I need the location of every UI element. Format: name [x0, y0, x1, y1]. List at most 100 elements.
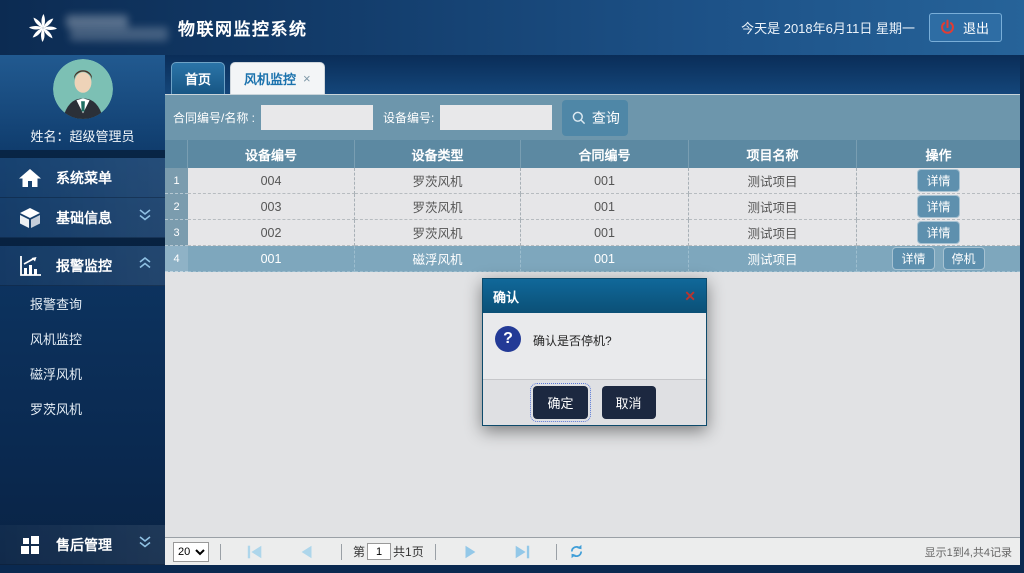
pagination-bar: 20 第 共1页 [165, 537, 1020, 565]
last-page-button[interactable] [499, 543, 545, 561]
row-number: 1 [165, 168, 188, 194]
cell-contract-no: 001 [521, 194, 689, 220]
cell-device-no: 002 [188, 220, 355, 246]
cell-actions: 详情 [857, 168, 1020, 194]
column-header: 项目名称 [689, 140, 857, 168]
refresh-icon[interactable] [568, 543, 585, 560]
detail-button[interactable]: 详情 [892, 247, 934, 270]
row-number-header [165, 140, 188, 168]
question-icon: ? [495, 326, 521, 352]
cell-device-no: 003 [188, 194, 355, 220]
sidebar-item-label: 基础信息 [56, 208, 112, 228]
chevron-double-up-icon [137, 255, 153, 276]
alarm-submenu: 报警查询 风机监控 磁浮风机 罗茨风机 [0, 286, 165, 426]
tab-label: 首页 [185, 69, 211, 88]
search-icon [571, 110, 587, 126]
table-header: 设备编号 设备类型 合同编号 项目名称 操作 [165, 140, 1020, 168]
table-row[interactable]: 3 002 罗茨风机 001 测试项目 详情 [165, 220, 1020, 246]
user-profile: 姓名：超级管理员 [0, 55, 165, 150]
power-icon [939, 19, 956, 36]
avatar [53, 59, 113, 119]
search-button[interactable]: 查询 [562, 100, 628, 136]
column-header: 设备类型 [355, 140, 521, 168]
tab-close-icon[interactable]: × [303, 71, 311, 86]
home-icon [18, 166, 42, 190]
cell-actions: 详情 [857, 194, 1020, 220]
window-right-edge [1020, 55, 1024, 565]
first-page-button[interactable] [232, 543, 278, 561]
cell-device-type: 罗茨风机 [355, 220, 521, 246]
window-bottom-edge [0, 565, 1024, 573]
cell-contract-no: 001 [521, 246, 689, 272]
logout-label: 退出 [963, 18, 989, 37]
chart-icon [18, 254, 42, 278]
dialog-message: 确认是否停机? [533, 326, 612, 349]
page-suffix-label: 共1页 [393, 543, 424, 560]
detail-button[interactable]: 详情 [917, 169, 959, 192]
logo-area [0, 11, 178, 45]
contract-field-label: 合同编号/名称 : [173, 109, 255, 126]
cell-device-no: 004 [188, 168, 355, 194]
sidebar-item-after-sales[interactable]: 售后管理 [0, 525, 165, 565]
dialog-close-icon[interactable]: ✕ [684, 288, 696, 305]
tab-home[interactable]: 首页 [171, 62, 225, 94]
confirm-dialog: 确认 ✕ ? 确认是否停机? 确定 取消 [482, 278, 707, 426]
sidebar-item-basic-info[interactable]: 基础信息 [0, 198, 165, 238]
sidebar-item-system-menu[interactable]: 系统菜单 [0, 158, 165, 198]
sidebar-item-alarm-monitor[interactable]: 报警监控 [0, 246, 165, 286]
sidebar-item-fan-monitor[interactable]: 风机监控 [0, 321, 165, 356]
cell-device-no: 001 [188, 246, 355, 272]
stop-machine-button[interactable]: 停机 [943, 247, 985, 270]
row-number: 3 [165, 220, 188, 246]
sidebar-item-label: 售后管理 [56, 535, 112, 555]
table-row[interactable]: 1 004 罗茨风机 001 测试项目 详情 [165, 168, 1020, 194]
sidebar-item-label: 系统菜单 [56, 168, 112, 188]
sidebar-item-alarm-query[interactable]: 报警查询 [0, 286, 165, 321]
page-size-select[interactable]: 20 [173, 542, 209, 562]
cell-project: 测试项目 [689, 168, 857, 194]
dialog-body: ? 确认是否停机? [483, 313, 706, 379]
sidebar-item-maglev-fan[interactable]: 磁浮风机 [0, 356, 165, 391]
cell-contract-no: 001 [521, 168, 689, 194]
column-header: 合同编号 [521, 140, 689, 168]
page-number-input[interactable] [367, 543, 391, 560]
logout-button[interactable]: 退出 [929, 13, 1002, 42]
pinwheel-logo-icon [26, 11, 60, 45]
app-window: 物联网监控系统 今天是 2018年6月11日 星期一 退出 [0, 0, 1024, 573]
cell-device-type: 罗茨风机 [355, 168, 521, 194]
column-header: 操作 [857, 140, 1020, 168]
tab-bar: 首页 风机监控 × [165, 55, 1020, 95]
sidebar: 姓名：超级管理员 系统菜单 [0, 55, 165, 565]
sidebar-item-label: 报警监控 [56, 256, 112, 276]
dialog-title-bar[interactable]: 确认 ✕ [483, 279, 706, 313]
chevron-double-down-icon [137, 534, 153, 555]
grid-icon [18, 533, 42, 557]
search-button-label: 查询 [592, 108, 620, 128]
tab-label: 风机监控 [244, 69, 296, 88]
contract-number-input[interactable] [261, 105, 373, 130]
sidebar-nav: 系统菜单 基础信息 [0, 150, 165, 565]
next-page-button[interactable] [447, 543, 493, 561]
detail-button[interactable]: 详情 [917, 221, 959, 244]
page-prefix-label: 第 [353, 543, 365, 560]
app-header: 物联网监控系统 今天是 2018年6月11日 星期一 退出 [0, 0, 1024, 55]
cell-project: 测试项目 [689, 194, 857, 220]
column-header: 设备编号 [188, 140, 355, 168]
sidebar-item-roots-fan[interactable]: 罗茨风机 [0, 391, 165, 426]
previous-page-button[interactable] [284, 543, 330, 561]
cell-project: 测试项目 [689, 220, 857, 246]
row-number: 4 [165, 246, 188, 272]
row-number: 2 [165, 194, 188, 220]
tab-fan-monitor[interactable]: 风机监控 × [230, 62, 325, 94]
cell-actions: 详情 [857, 220, 1020, 246]
cancel-button[interactable]: 取消 [602, 386, 656, 419]
user-name-label: 姓名：超级管理员 [30, 126, 134, 145]
confirm-button[interactable]: 确定 [533, 386, 587, 419]
cell-actions: 详情 停机 [857, 246, 1020, 272]
device-number-input[interactable] [440, 105, 552, 130]
table-row[interactable]: 2 003 罗茨风机 001 测试项目 详情 [165, 194, 1020, 220]
cell-device-type: 罗茨风机 [355, 194, 521, 220]
detail-button[interactable]: 详情 [917, 195, 959, 218]
cell-device-type: 磁浮风机 [355, 246, 521, 272]
table-row-selected[interactable]: 4 001 磁浮风机 001 测试项目 详情 停机 [165, 246, 1020, 272]
